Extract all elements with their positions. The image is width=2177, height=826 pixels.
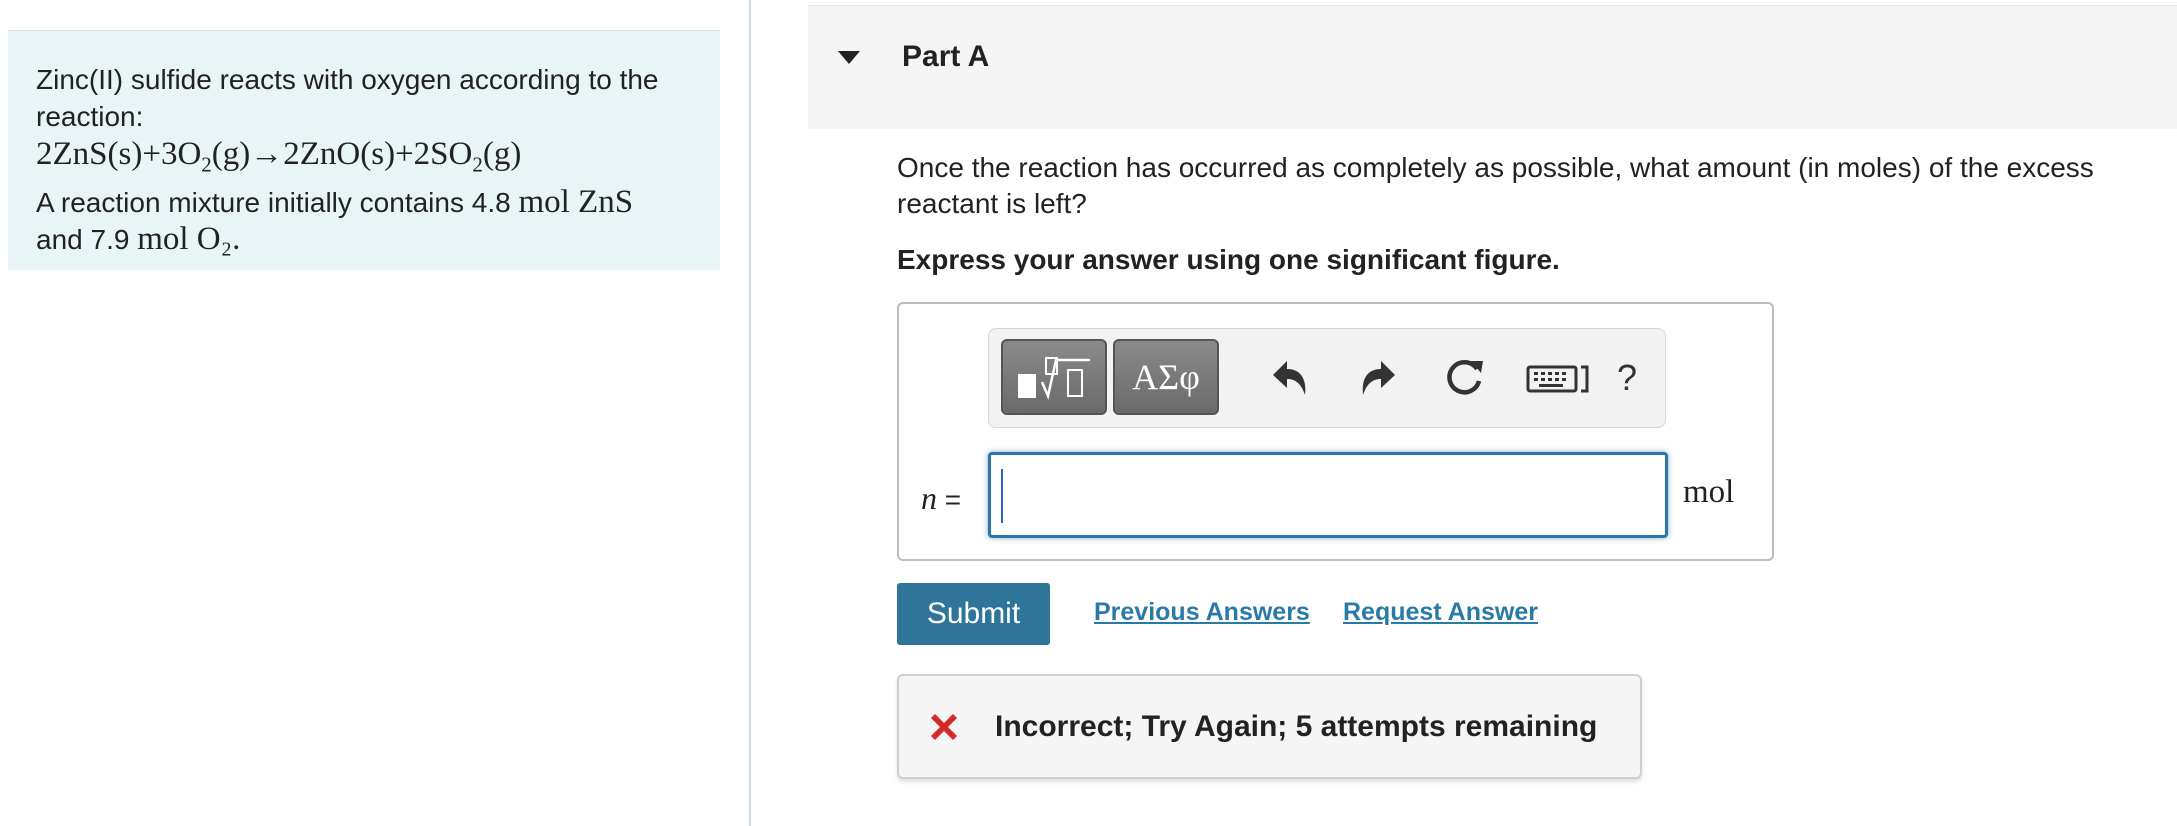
- math-toolbar: ΑΣφ ?: [988, 328, 1666, 428]
- column-divider: [749, 0, 751, 826]
- answer-box: ΑΣφ ? n = mol: [897, 302, 1774, 561]
- help-button[interactable]: ?: [1617, 357, 1637, 399]
- part-header[interactable]: Part A: [808, 5, 2177, 129]
- answer-variable-label: n =: [921, 480, 962, 516]
- collapse-caret-icon[interactable]: [838, 51, 860, 64]
- templates-button[interactable]: [1001, 339, 1107, 415]
- answer-input[interactable]: [988, 452, 1668, 538]
- greek-symbols-button[interactable]: ΑΣφ: [1113, 339, 1219, 415]
- templates-icon: [1018, 357, 1090, 401]
- incorrect-x-icon: [931, 714, 957, 740]
- reset-icon[interactable]: [1441, 355, 1487, 401]
- intro-line2: A reaction mixture initially contains 4.…: [36, 183, 634, 220]
- problem-intro-panel: Zinc(II) sulfide reacts with oxygen acco…: [8, 30, 720, 270]
- intro-line1: Zinc(II) sulfide reacts with oxygen acco…: [36, 64, 659, 132]
- part-title: Part A: [902, 40, 990, 73]
- request-answer-link[interactable]: Request Answer: [1343, 598, 1538, 627]
- feedback-box: Incorrect; Try Again; 5 attempts remaini…: [897, 674, 1642, 779]
- question-text: Once the reaction has occurred as comple…: [897, 152, 2094, 219]
- answer-instruction: Express your answer using one significan…: [897, 244, 1560, 275]
- submit-button[interactable]: Submit: [897, 583, 1050, 645]
- answer-unit: mol: [1683, 474, 1735, 510]
- redo-icon[interactable]: [1355, 355, 1401, 401]
- intro-line3: and 7.9 mol O₂.: [36, 220, 241, 257]
- keyboard-icon[interactable]: [1525, 355, 1591, 401]
- feedback-text: Incorrect; Try Again; 5 attempts remaini…: [995, 710, 1598, 743]
- undo-icon[interactable]: [1267, 355, 1313, 401]
- previous-answers-link[interactable]: Previous Answers: [1094, 598, 1310, 627]
- text-cursor: [1001, 469, 1003, 523]
- reaction-equation: 2ZnS(s)+3O2(g)→2ZnO(s)+2SO2(g): [36, 136, 522, 177]
